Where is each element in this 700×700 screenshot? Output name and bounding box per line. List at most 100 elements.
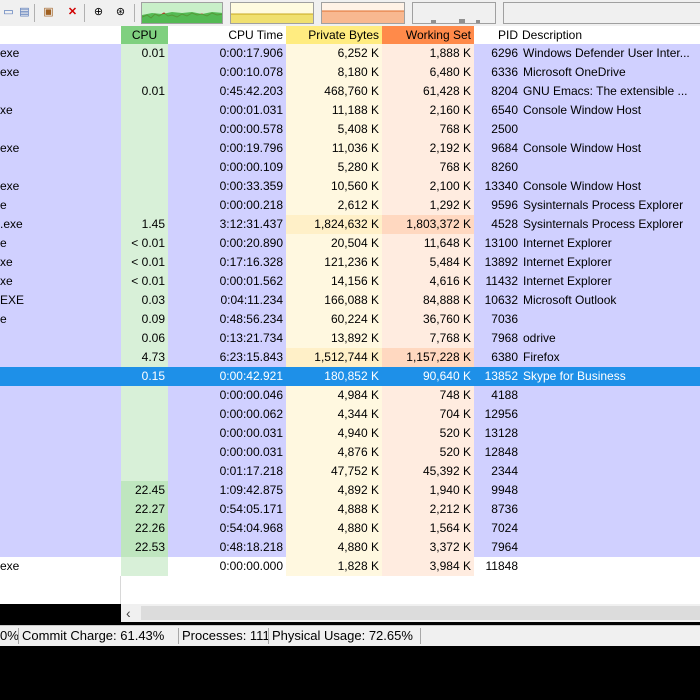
table-row[interactable]: exe 0:00:19.796 11,036 K 2,192 K 9684 Console… [0,139,700,158]
cpu-usage-graph[interactable] [141,2,223,24]
table-row[interactable]: 0.01 0:45:42.203 468,760 K 61,428 K 8204 GNU … [0,82,700,101]
private-bytes-header[interactable]: Private Bytes [286,26,382,44]
private-bytes-cell: 1,828 K [286,557,382,576]
process-name-cell [0,405,121,424]
cpu-time-cell: 3:12:31.437 [168,215,286,234]
table-row[interactable]: 0:00:00.046 4,984 K 748 K 4188 [0,386,700,405]
extra-graph[interactable] [503,2,700,24]
working-set-cell: 36,760 K [382,310,474,329]
working-set-header[interactable]: Working Set [382,26,474,44]
table-row[interactable]: 0:00:00.578 5,408 K 768 K 2500 [0,120,700,139]
process-name-header[interactable] [0,26,121,44]
table-row[interactable]: exe 0:00:33.359 10,560 K 2,100 K 13340 Consol… [0,177,700,196]
process-name-cell: e [0,312,7,326]
status-separator [178,628,179,644]
cpu-cell: 4.73 [121,348,168,367]
table-row[interactable]: 22.53 0:48:18.218 4,880 K 3,372 K 7964 [0,538,700,557]
description-cell: Microsoft Outlook [523,293,617,307]
process-name-cell [0,500,121,519]
process-list[interactable]: exe 0.01 0:00:17.906 6,252 K 1,888 K 6296 Wind… [0,44,700,604]
toolbar: ▭ ▤ ▣ ✕ ⊕ ⊛ [0,0,700,27]
process-name-cell: xe [0,255,13,269]
working-set-cell: 7,768 K [382,329,474,348]
table-row[interactable]: exe 0:00:00.000 1,828 K 3,984 K 11848 [0,557,700,576]
commit-history-graph[interactable] [230,2,314,24]
table-row[interactable]: 22.26 0:54:04.968 4,880 K 1,564 K 7024 [0,519,700,538]
table-row[interactable]: xe 0:00:01.031 11,188 K 2,160 K 6540 Console … [0,101,700,120]
properties-icon[interactable]: ▤ [18,6,31,19]
cpu-time-cell: 0:00:10.078 [168,63,286,82]
find-binoculars-icon[interactable]: ⊕ [92,6,105,19]
pid-cell: 9684 [474,139,521,158]
status-separator [268,628,269,644]
description-cell: Internet Explorer [523,255,612,269]
table-row[interactable]: 4.73 6:23:15.843 1,512,744 K 1,157,228 K 638… [0,348,700,367]
description-cell: odrive [523,331,556,345]
table-row[interactable]: .exe 1.45 3:12:31.437 1,824,632 K 1,803,372 … [0,215,700,234]
table-row[interactable]: xe < 0.01 0:00:01.562 14,156 K 4,616 K 11432 I… [0,272,700,291]
table-row[interactable]: 0:00:00.062 4,344 K 704 K 12956 [0,405,700,424]
close-x-icon[interactable]: ✕ [66,6,79,19]
scroll-thumb[interactable] [141,606,700,620]
kill-process-icon[interactable]: ▣ [42,6,55,19]
pid-cell: 7964 [474,538,521,557]
toolbar-separator [34,4,35,22]
horizontal-scrollbar[interactable]: ‹ [121,604,700,622]
table-row[interactable]: e < 0.01 0:00:20.890 20,504 K 11,648 K 13100 I… [0,234,700,253]
description-cell: Internet Explorer [523,274,612,288]
working-set-cell: 1,940 K [382,481,474,500]
description-cell [522,557,700,576]
window-icon[interactable]: ▭ [2,6,15,19]
process-name-cell [0,158,121,177]
cpu-time-cell: 0:00:00.218 [168,196,286,215]
cpu-cell: 22.45 [121,481,168,500]
physical-memory-graph[interactable] [412,2,496,24]
description-cell [522,405,700,424]
pid-cell: 8736 [474,500,521,519]
description-cell: Windows Defender User Inter... [523,46,690,60]
description-cell [522,481,700,500]
cpu-header[interactable]: CPU [121,26,168,44]
cpu-cell [121,557,168,576]
private-bytes-cell: 5,408 K [286,120,382,139]
process-name-cell [0,329,121,348]
private-bytes-cell: 468,760 K [286,82,382,101]
table-row[interactable]: 0.06 0:13:21.734 13,892 K 7,768 K 7968 odrive [0,329,700,348]
process-name-cell: xe [0,103,13,117]
table-row[interactable]: 0:01:17.218 47,752 K 45,392 K 2344 [0,462,700,481]
description-cell: Skype for Business [523,369,626,383]
description-cell: Microsoft OneDrive [523,65,626,79]
cpu-cell: 0.03 [121,291,168,310]
cpu-time-cell: 0:00:00.031 [168,424,286,443]
cpu-time-cell: 1:09:42.875 [168,481,286,500]
pid-cell: 12956 [474,405,521,424]
table-row[interactable]: 22.45 1:09:42.875 4,892 K 1,940 K 9948 [0,481,700,500]
description-header[interactable]: Description [522,26,700,44]
pid-header[interactable]: PID [474,26,521,44]
cpu-time-header[interactable]: CPU Time [168,26,286,44]
working-set-cell: 5,484 K [382,253,474,272]
cpu-cell [121,101,168,120]
table-row[interactable]: 22.27 0:54:05.171 4,888 K 2,212 K 8736 [0,500,700,519]
table-row[interactable]: 0:00:00.109 5,280 K 768 K 8260 [0,158,700,177]
target-crosshair-icon[interactable]: ⊛ [114,6,127,19]
table-row[interactable]: EXE 0.03 0:04:11.234 166,088 K 84,888 K 10632… [0,291,700,310]
working-set-cell: 2,160 K [382,101,474,120]
table-row[interactable]: exe 0.01 0:00:17.906 6,252 K 1,888 K 6296 Wind… [0,44,700,63]
cpu-cell: 0.15 [141,369,165,383]
processes-count-status: Processes: 111 [182,628,270,643]
table-row[interactable]: xe < 0.01 0:17:16.328 121,236 K 5,484 K 13892… [0,253,700,272]
table-row[interactable]: 0:00:00.031 4,876 K 520 K 12848 [0,443,700,462]
private-bytes-cell: 4,876 K [286,443,382,462]
scroll-left-arrow-icon[interactable]: ‹ [126,604,131,622]
table-row[interactable]: exe 0:00:10.078 8,180 K 6,480 K 6336 Microsof… [0,63,700,82]
table-row[interactable]: e 0.09 0:48:56.234 60,224 K 36,760 K 7036 [0,310,700,329]
process-name-cell: .exe [0,217,23,231]
cpu-cell: < 0.01 [121,253,168,272]
io-history-graph[interactable] [321,2,405,24]
table-row[interactable]: 0.15 0:00:42.921 180,852 K 90,640 K 13852 Sky… [0,367,700,386]
table-row[interactable]: e 0:00:00.218 2,612 K 1,292 K 9596 Sysinterna… [0,196,700,215]
table-row[interactable]: 0:00:00.031 4,940 K 520 K 13128 [0,424,700,443]
working-set-cell: 6,480 K [382,63,474,82]
cpu-cell [121,462,168,481]
